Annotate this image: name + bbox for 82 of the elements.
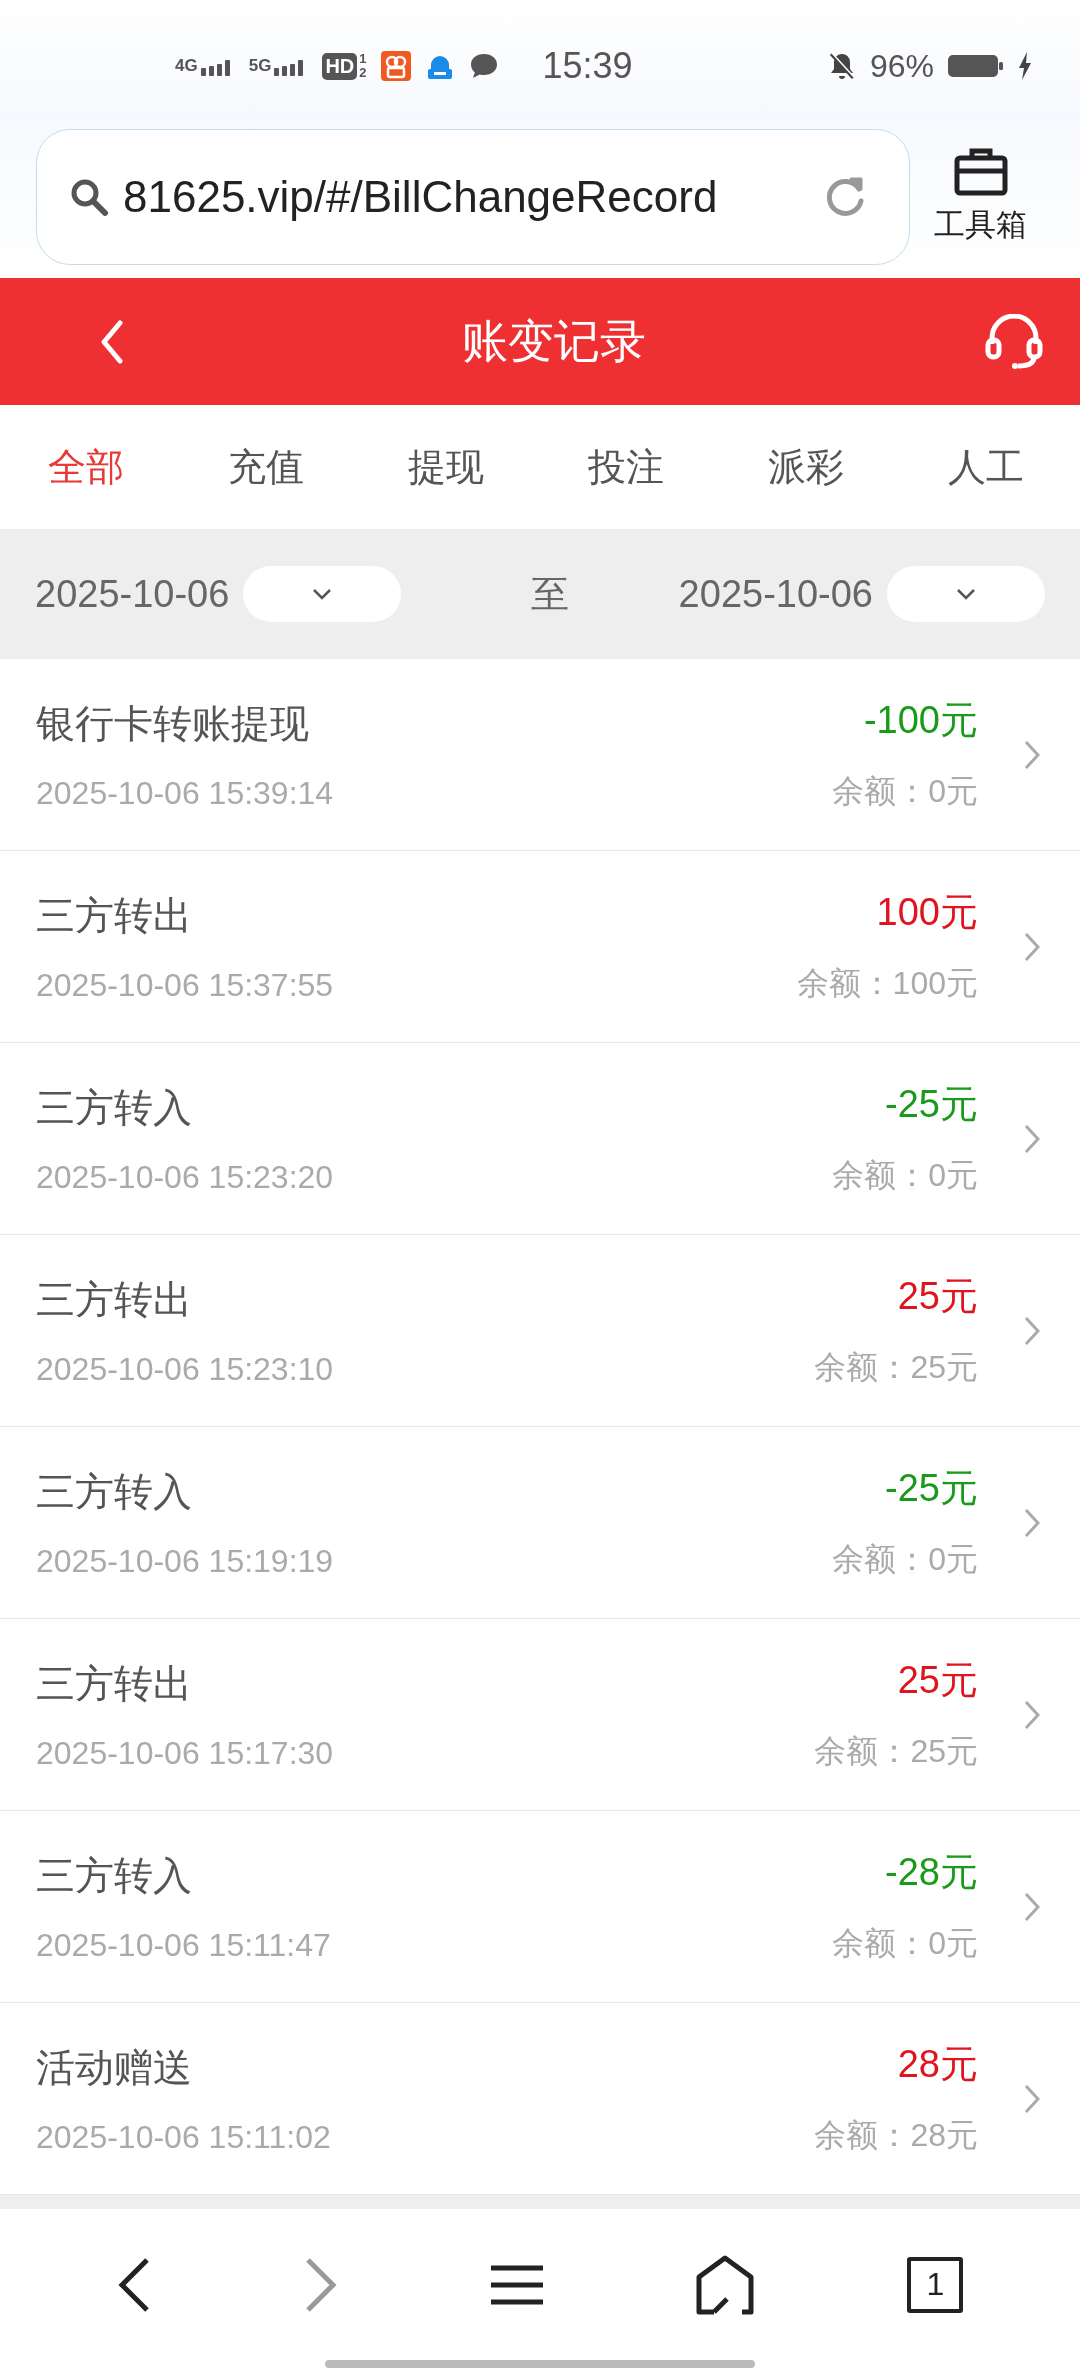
date-separator: 至	[531, 571, 569, 617]
record-title: 银行卡转账提现	[36, 701, 310, 747]
home-icon[interactable]	[696, 2254, 755, 2315]
app-icon	[380, 51, 411, 81]
chevron-right-icon	[1024, 2083, 1040, 2114]
toolbox-icon	[952, 148, 1009, 196]
search-icon	[69, 177, 109, 217]
record-time: 2025-10-06 15:23:10	[36, 1351, 335, 1388]
record-balance: 余额：25元	[814, 1348, 978, 1387]
filter-tab[interactable]: 提现	[408, 441, 484, 493]
record-row[interactable]: 三方转出 2025-10-06 15:17:30 25元 余额：25元	[0, 1619, 1080, 1811]
chevron-right-icon	[1024, 1315, 1040, 1346]
charging-bolt-icon	[1018, 52, 1032, 80]
record-amount: 25元	[897, 1274, 978, 1319]
filter-tab[interactable]: 人工	[948, 441, 1024, 493]
battery-percent: 96%	[869, 47, 934, 85]
chevron-right-icon	[1024, 739, 1040, 770]
chevron-right-icon	[1024, 1507, 1040, 1538]
menu-icon[interactable]	[490, 2264, 543, 2305]
record-title: 三方转入	[36, 1853, 193, 1899]
tabs-count-button[interactable]: 1	[907, 2256, 964, 2313]
date-value: 2025-10-06	[678, 572, 873, 616]
chevron-down-icon	[956, 588, 976, 600]
address-bar[interactable]: 81625.vip/#/BillChangeRecord	[36, 129, 910, 265]
record-balance: 余额：0元	[832, 1924, 978, 1963]
date-value: 2025-10-06	[35, 572, 230, 616]
headset-icon[interactable]	[984, 313, 1044, 370]
toolbox-button[interactable]: 工具箱	[934, 148, 1027, 246]
record-balance: 余额：0元	[832, 1156, 978, 1195]
chat-bubble-icon	[468, 52, 499, 80]
record-balance: 余额：100元	[796, 964, 978, 1003]
record-title: 三方转出	[36, 1661, 193, 1707]
record-time: 2025-10-06 15:11:47	[36, 1927, 332, 1964]
record-balance: 余额：0元	[832, 772, 978, 811]
record-row[interactable]: 三方转出 2025-10-06 15:23:10 25元 余额：25元	[0, 1235, 1080, 1427]
record-title: 三方转出	[36, 893, 193, 939]
filter-tab[interactable]: 投注	[588, 441, 664, 493]
hd-sub-label: 2	[359, 66, 367, 80]
record-row[interactable]: 银行卡转账提现 2025-10-06 15:39:14 -100元 余额：0元	[0, 659, 1080, 851]
filter-tab[interactable]: 派彩	[768, 441, 844, 493]
record-title: 三方转出	[36, 1277, 193, 1323]
page-title: 账变记录	[462, 313, 646, 369]
chevron-right-icon	[1024, 1699, 1040, 1730]
record-title: 三方转入	[36, 1469, 193, 1515]
chevron-right-icon	[1024, 1891, 1040, 1922]
record-title: 三方转入	[36, 1085, 193, 1131]
record-title: 活动赠送	[36, 2045, 193, 2091]
chevron-right-icon	[1024, 1123, 1040, 1154]
forward-icon[interactable]	[303, 2256, 338, 2313]
chevron-right-icon	[1024, 931, 1040, 962]
network-label: 5G	[248, 56, 272, 76]
chevron-down-icon	[312, 588, 333, 600]
record-amount: 25元	[897, 1658, 978, 1703]
record-balance: 余额：25元	[814, 1732, 978, 1771]
filter-tab[interactable]: 充值	[228, 441, 304, 493]
record-amount: -28元	[885, 1850, 978, 1895]
hd-label: HD	[322, 52, 358, 80]
record-amount: 28元	[897, 2042, 978, 2087]
record-balance: 余额：0元	[832, 1540, 978, 1579]
record-time: 2025-10-06 15:17:30	[36, 1735, 335, 1772]
battery-icon	[948, 53, 1004, 79]
record-amount: 100元	[876, 890, 978, 935]
network-label: 4G	[175, 56, 198, 76]
url-text: 81625.vip/#/BillChangeRecord	[123, 172, 719, 222]
record-time: 2025-10-06 15:39:14	[36, 775, 335, 812]
record-balance: 余额：28元	[814, 2116, 978, 2155]
muted-bell-icon	[827, 51, 856, 81]
record-time: 2025-10-06 15:23:20	[36, 1159, 335, 1196]
record-time: 2025-10-06 15:37:55	[36, 967, 335, 1004]
record-amount: -25元	[885, 1082, 978, 1127]
record-time: 2025-10-06 15:11:02	[36, 2119, 332, 2156]
clock-time: 15:39	[542, 45, 633, 87]
record-row[interactable]: 三方转入 2025-10-06 15:23:20 -25元 余额：0元	[0, 1043, 1080, 1235]
hd-sub-label: 1	[359, 52, 367, 66]
record-amount: -25元	[885, 1466, 978, 1511]
filter-tab[interactable]: 全部	[48, 441, 124, 493]
record-row[interactable]: 三方转入 2025-10-06 15:19:19 -25元 余额：0元	[0, 1427, 1080, 1619]
record-row[interactable]: 三方转入 2025-10-06 15:11:47 -28元 余额：0元	[0, 1811, 1080, 2003]
record-time: 2025-10-06 15:19:19	[36, 1543, 335, 1580]
back-icon[interactable]	[116, 2256, 151, 2313]
record-row[interactable]: 三方转出 2025-10-06 15:37:55 100元 余额：100元	[0, 851, 1080, 1043]
record-amount: -100元	[863, 698, 978, 743]
